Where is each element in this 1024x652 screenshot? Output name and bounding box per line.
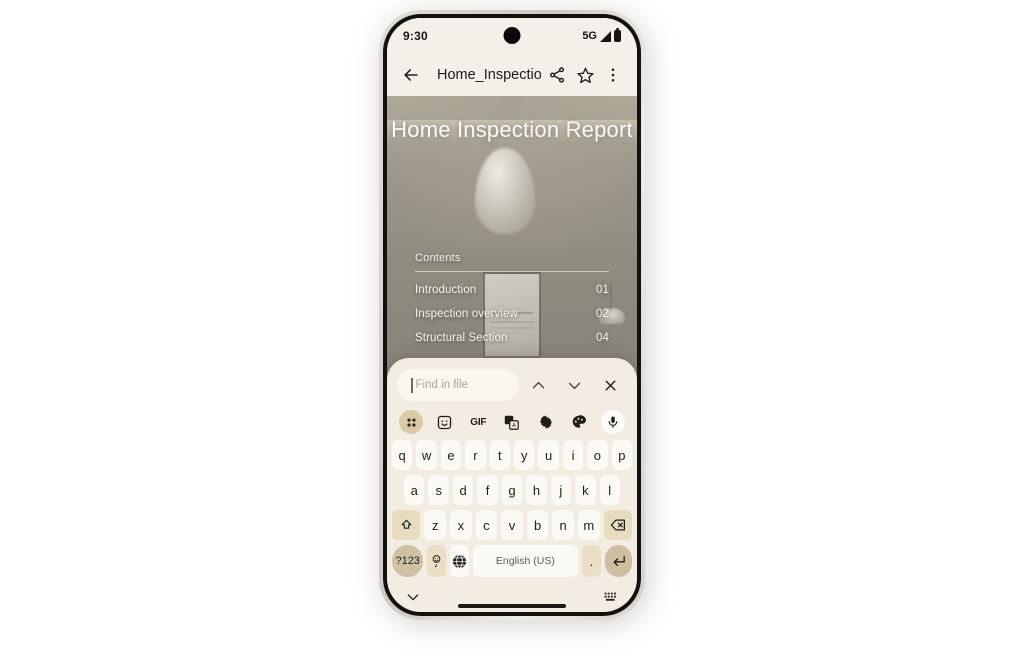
back-arrow-icon[interactable] (399, 63, 423, 87)
keyboard-bottom-nav (387, 582, 637, 612)
find-next-button[interactable] (557, 369, 591, 401)
period-key[interactable]: . (582, 545, 601, 577)
home-gesture-bar[interactable] (458, 604, 566, 608)
backspace-delete-icon[interactable] (603, 510, 633, 540)
keyboard-panel: Find in file GIF A q w e r t y u i o p a… (387, 358, 637, 612)
palette-theme-icon[interactable] (567, 410, 591, 434)
gif-icon[interactable]: GIF (466, 410, 490, 434)
more-vertical-icon[interactable] (601, 63, 625, 87)
key-p[interactable]: p (611, 440, 633, 470)
toc-page-number: 01 (596, 284, 609, 296)
shift-key[interactable] (392, 510, 421, 540)
table-of-contents-row[interactable]: Structural Section 04 (415, 332, 609, 344)
key-z[interactable]: z (424, 510, 447, 540)
battery-icon (614, 28, 621, 42)
toc-label: Inspection overview (415, 308, 518, 320)
table-of-contents-row[interactable]: Inspection overview 02 (415, 308, 609, 320)
key-k[interactable]: k (575, 475, 596, 505)
key-x[interactable]: x (450, 510, 472, 540)
phone-frame: 9:30 5G Home_Inspection... (379, 10, 645, 620)
find-previous-button[interactable] (521, 369, 555, 401)
key-v[interactable]: v (501, 510, 523, 540)
front-camera-punch-hole-icon (503, 27, 521, 44)
key-b[interactable]: b (526, 510, 549, 540)
keyboard-row-4: ?123 English (US) . (390, 545, 634, 577)
toc-label: Structural Section (415, 332, 508, 344)
key-j[interactable]: j (550, 475, 572, 505)
toc-page-number: 02 (596, 308, 609, 320)
keyboard-toolbar: GIF A (387, 408, 637, 438)
find-placeholder-text: Find in file (415, 379, 468, 391)
svg-text:A: A (513, 423, 517, 429)
toc-label: Introduction (415, 284, 477, 296)
toc-page-number: 04 (596, 332, 609, 344)
phone-bezel: 9:30 5G Home_Inspection... (383, 14, 641, 616)
key-d[interactable]: d (452, 475, 474, 505)
network-label: 5G (582, 30, 597, 42)
key-c[interactable]: c (475, 510, 498, 540)
key-l[interactable]: l (599, 475, 620, 505)
grid-apps-icon[interactable] (399, 410, 423, 434)
key-r[interactable]: r (465, 440, 486, 470)
contents-divider (415, 271, 609, 272)
sticker-face-icon[interactable] (433, 410, 457, 434)
key-q[interactable]: q (391, 440, 413, 470)
status-time: 9:30 (403, 29, 428, 43)
phone-screen: 9:30 5G Home_Inspection... (387, 18, 637, 612)
key-s[interactable]: s (428, 475, 449, 505)
close-find-button[interactable] (593, 369, 627, 401)
contents-heading: Contents (415, 252, 461, 264)
microphone-icon[interactable] (600, 410, 625, 434)
emoji-comma-icon[interactable] (427, 545, 447, 577)
key-m[interactable]: m (577, 510, 600, 540)
translate-icon[interactable]: A (500, 410, 524, 434)
status-indicators: 5G (582, 28, 621, 42)
key-y[interactable]: y (514, 440, 535, 470)
keyboard-keys: q w e r t y u i o p a s d f g h j k l z … (387, 438, 637, 577)
key-e[interactable]: e (440, 440, 462, 470)
language-globe-icon[interactable] (450, 545, 469, 577)
symbols-key[interactable]: ?123 (392, 545, 424, 577)
keyboard-row-3: z x c v b n m (390, 510, 634, 540)
gif-label: GIF (470, 416, 487, 428)
find-in-file-bar: Find in file (397, 368, 627, 402)
key-i[interactable]: i (562, 440, 584, 470)
key-a[interactable]: a (404, 475, 425, 505)
key-w[interactable]: w (416, 440, 437, 470)
enter-return-icon[interactable] (604, 545, 633, 577)
key-t[interactable]: t (489, 440, 510, 470)
pendant-lamp-decoration (474, 148, 535, 234)
key-n[interactable]: n (552, 510, 574, 540)
keyboard-row-1: q w e r t y u i o p (390, 440, 634, 470)
gear-settings-icon[interactable] (534, 410, 558, 434)
key-u[interactable]: u (538, 440, 559, 470)
key-g[interactable]: g (501, 475, 523, 505)
key-h[interactable]: h (526, 475, 547, 505)
find-input[interactable]: Find in file (397, 369, 519, 401)
document-title: Home_Inspection... (437, 67, 541, 83)
keyboard-row-2: a s d f g h j k l (390, 475, 634, 505)
key-o[interactable]: o (587, 440, 608, 470)
table-of-contents-row[interactable]: Introduction 01 (415, 284, 609, 296)
signal-bars-icon (600, 30, 611, 42)
contents-section: Contents Introduction 01 Inspection over… (415, 252, 609, 344)
keyboard-switch-icon[interactable] (601, 587, 621, 607)
text-cursor (411, 377, 413, 393)
share-icon[interactable] (545, 63, 569, 87)
app-toolbar: Home_Inspection... (387, 54, 637, 96)
key-f[interactable]: f (477, 475, 498, 505)
document-cover-title: Home Inspection Report (391, 117, 633, 142)
space-bar[interactable]: English (US) (472, 545, 579, 577)
star-outline-icon[interactable] (573, 63, 597, 87)
collapse-keyboard-chevron-down-icon[interactable] (403, 587, 423, 607)
